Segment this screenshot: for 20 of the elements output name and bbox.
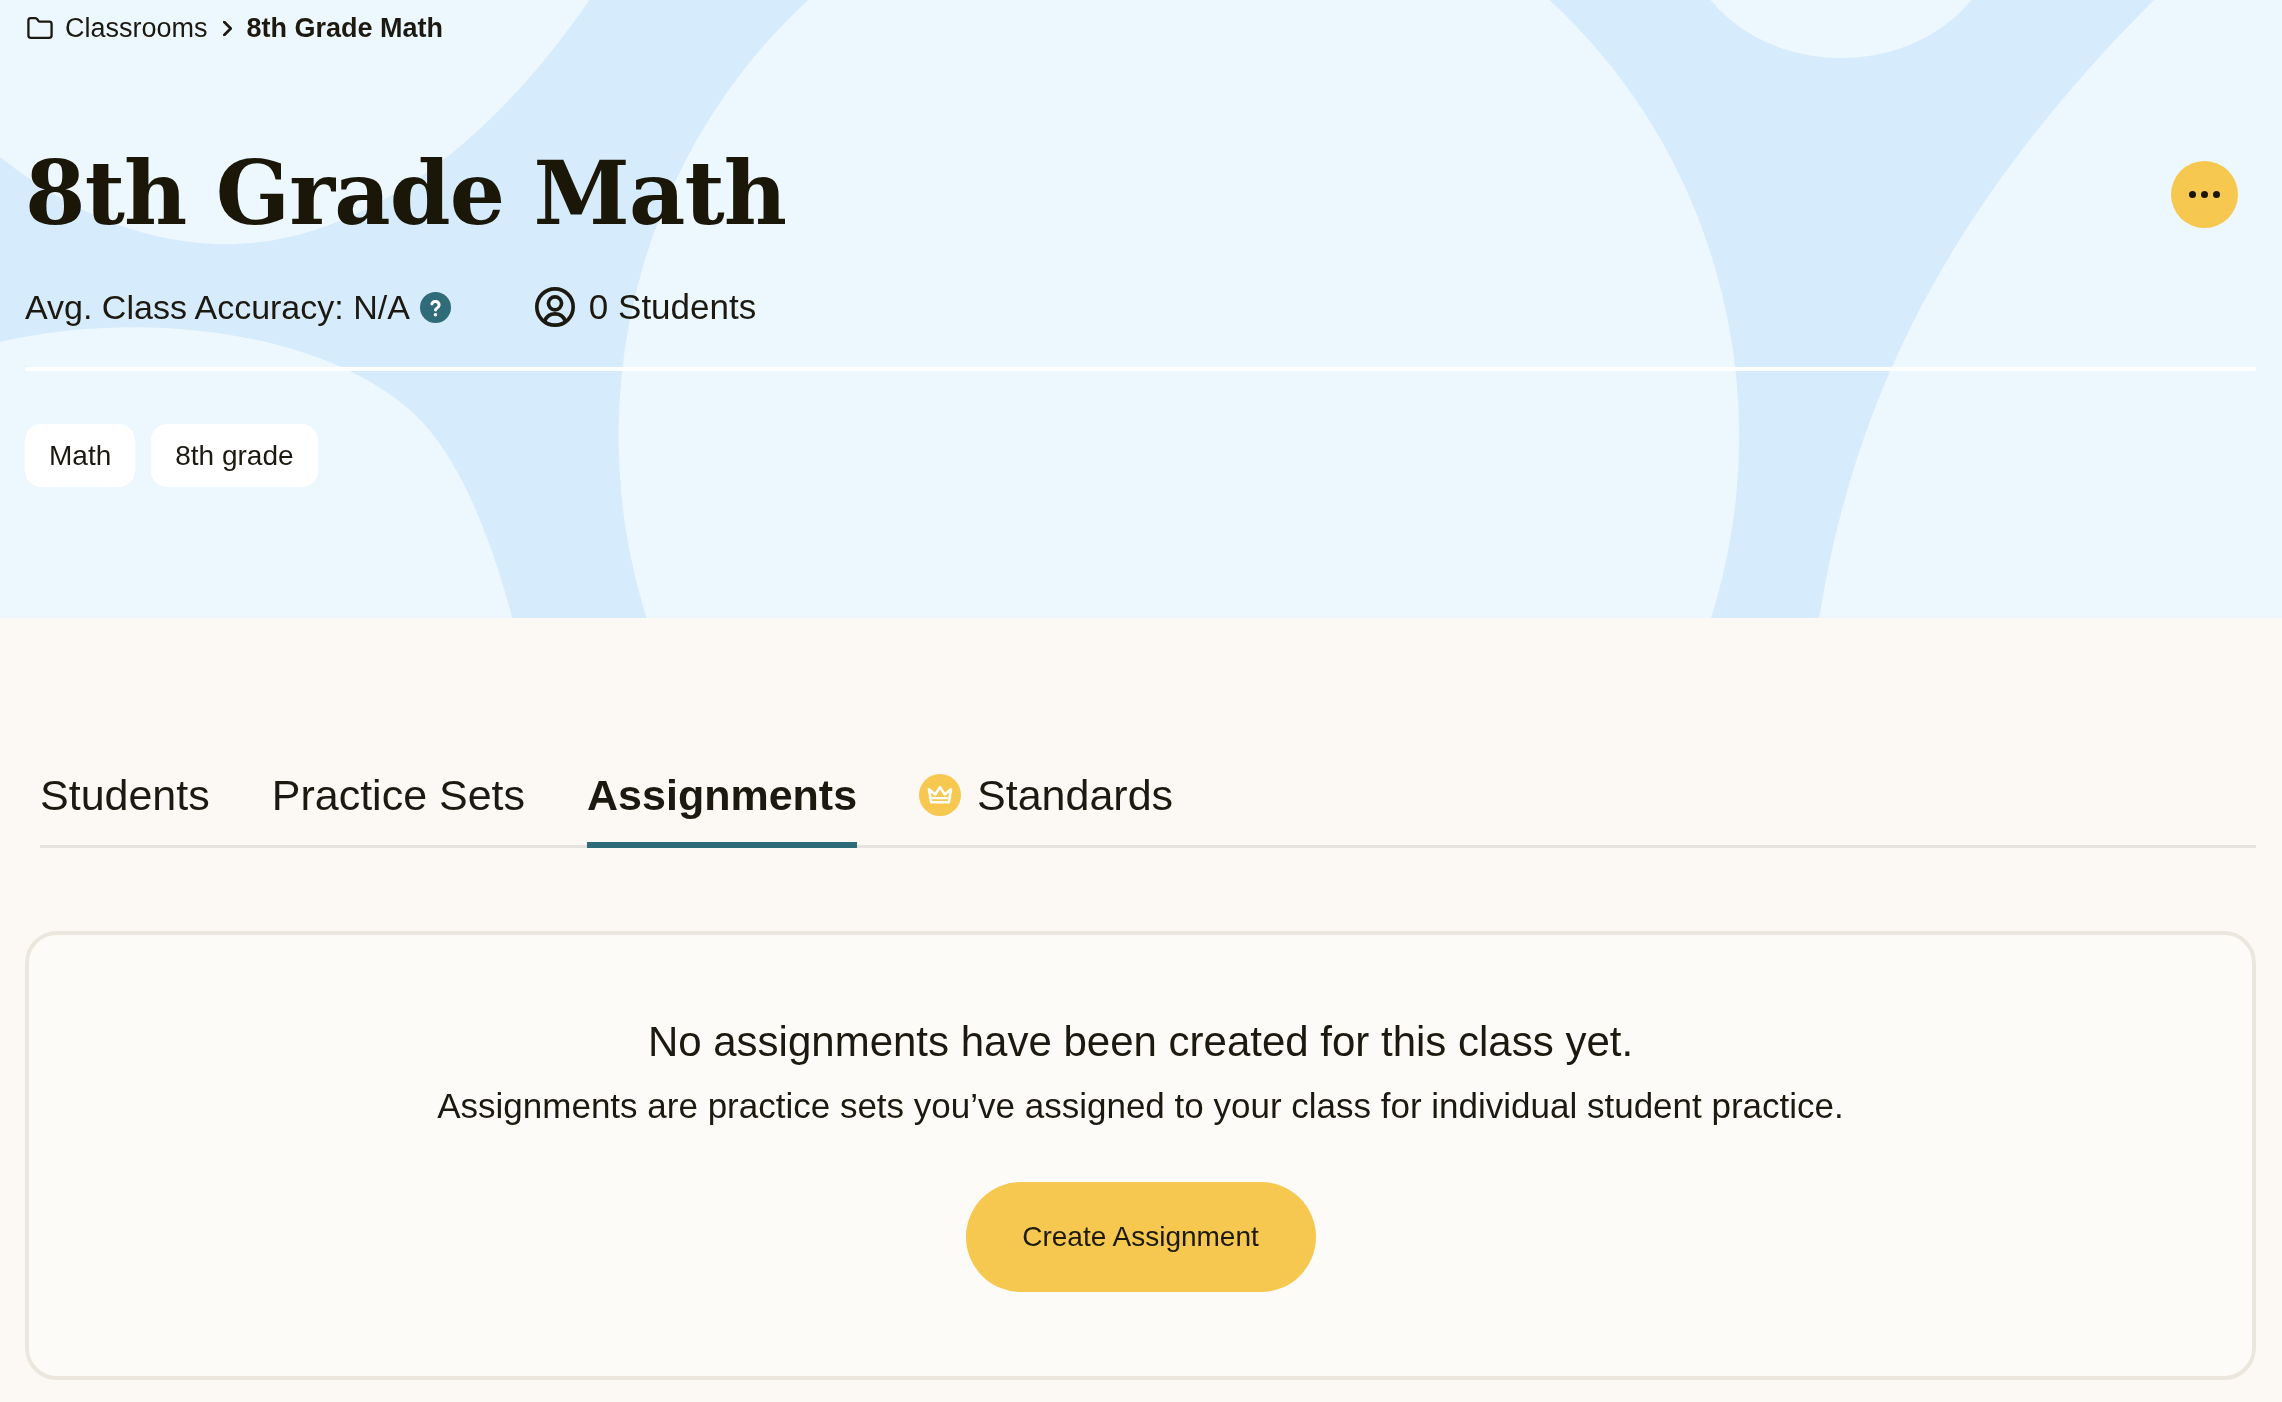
class-accuracy: Avg. Class Accuracy: N/A <box>25 287 410 327</box>
tab[interactable]: Practice Sets <box>271 770 526 848</box>
breadcrumb-current-page: 8th Grade Math <box>246 12 444 44</box>
student-count: 0 Students <box>588 287 757 327</box>
create-assignment-button[interactable]: Create Assignment <box>965 1182 1316 1292</box>
tab[interactable]: Assignments <box>587 770 858 848</box>
folder-icon <box>27 17 53 39</box>
tab[interactable]: Standards <box>919 770 1174 848</box>
ellipsis-icon <box>2189 190 2220 198</box>
empty-state-title: No assignments have been created for this class yet. <box>647 1017 1634 1067</box>
chevron-right-icon <box>222 20 232 36</box>
breadcrumb-link[interactable]: Classrooms <box>65 12 208 44</box>
subject-tag: Math <box>25 424 136 487</box>
subject-tag: 8th grade <box>151 424 318 487</box>
tab[interactable]: Students <box>40 770 210 848</box>
class-title: 8th Grade Math <box>25 142 787 246</box>
user-circle-icon <box>534 287 575 327</box>
help-icon[interactable] <box>419 291 451 323</box>
crown-icon <box>919 774 962 816</box>
empty-state-description: Assignments are practice sets you’ve assigned to your class for individual student practice. <box>437 1085 1844 1127</box>
